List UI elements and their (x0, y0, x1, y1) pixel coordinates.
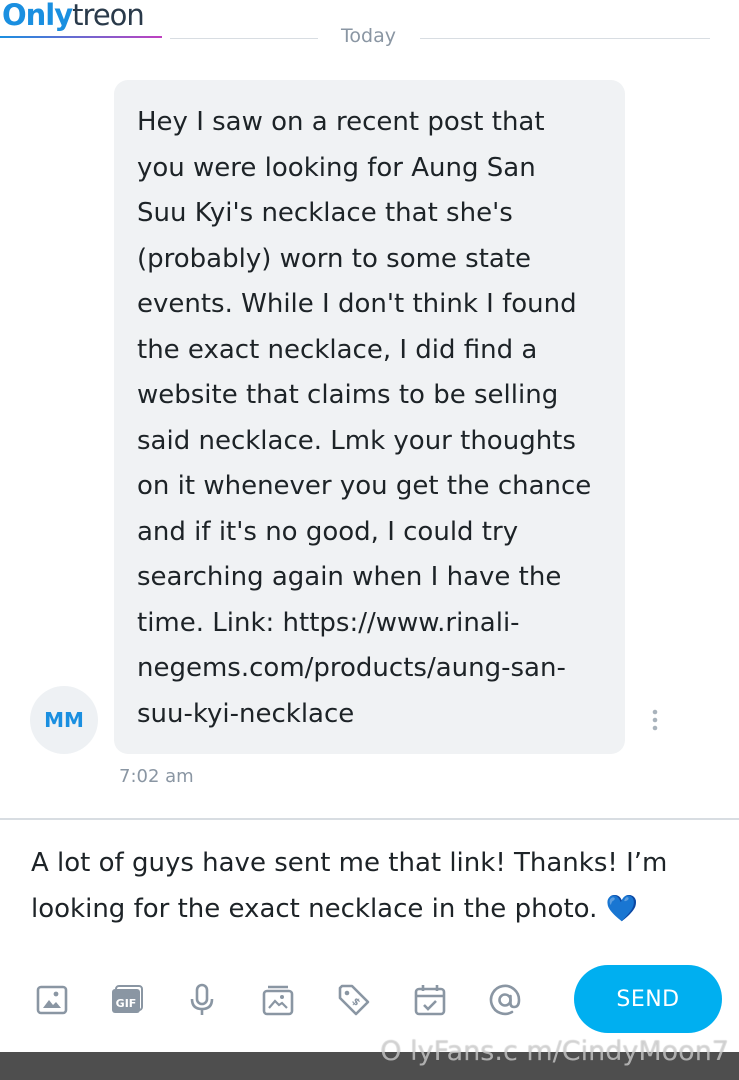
microphone-icon[interactable] (182, 980, 222, 1020)
date-divider-label: Today (341, 25, 396, 47)
mention-icon[interactable] (485, 980, 525, 1020)
send-button[interactable]: SEND (574, 965, 722, 1033)
divider-line-left (170, 38, 318, 39)
message-input-text: A lot of guys have sent me that link! Th… (31, 848, 668, 924)
gif-icon[interactable]: GIF (107, 980, 147, 1020)
message-timestamp: 7:02 am (119, 766, 194, 787)
avatar-initials: MM (44, 708, 84, 732)
svg-text:GIF: GIF (116, 997, 137, 1010)
divider-line-right (420, 38, 710, 39)
watermark-bottom-text: O lyFans.c m/CindyMoon7 (380, 1036, 729, 1067)
price-tag-icon[interactable]: $ (334, 980, 374, 1020)
blue-heart-emoji: 💙 (605, 894, 639, 924)
avatar[interactable]: MM (30, 686, 98, 754)
vault-icon[interactable] (258, 980, 298, 1020)
date-divider: Today (0, 24, 739, 50)
svg-text:$: $ (349, 996, 362, 1009)
message-input[interactable]: A lot of guys have sent me that link! Th… (31, 840, 721, 932)
composer-border (0, 818, 739, 820)
message-text: Hey I saw on a recent post that you were… (137, 107, 592, 729)
schedule-icon[interactable] (410, 980, 450, 1020)
image-icon[interactable] (32, 980, 72, 1020)
message-bubble[interactable]: Hey I saw on a recent post that you were… (114, 80, 625, 754)
more-options-icon[interactable] (646, 708, 664, 734)
